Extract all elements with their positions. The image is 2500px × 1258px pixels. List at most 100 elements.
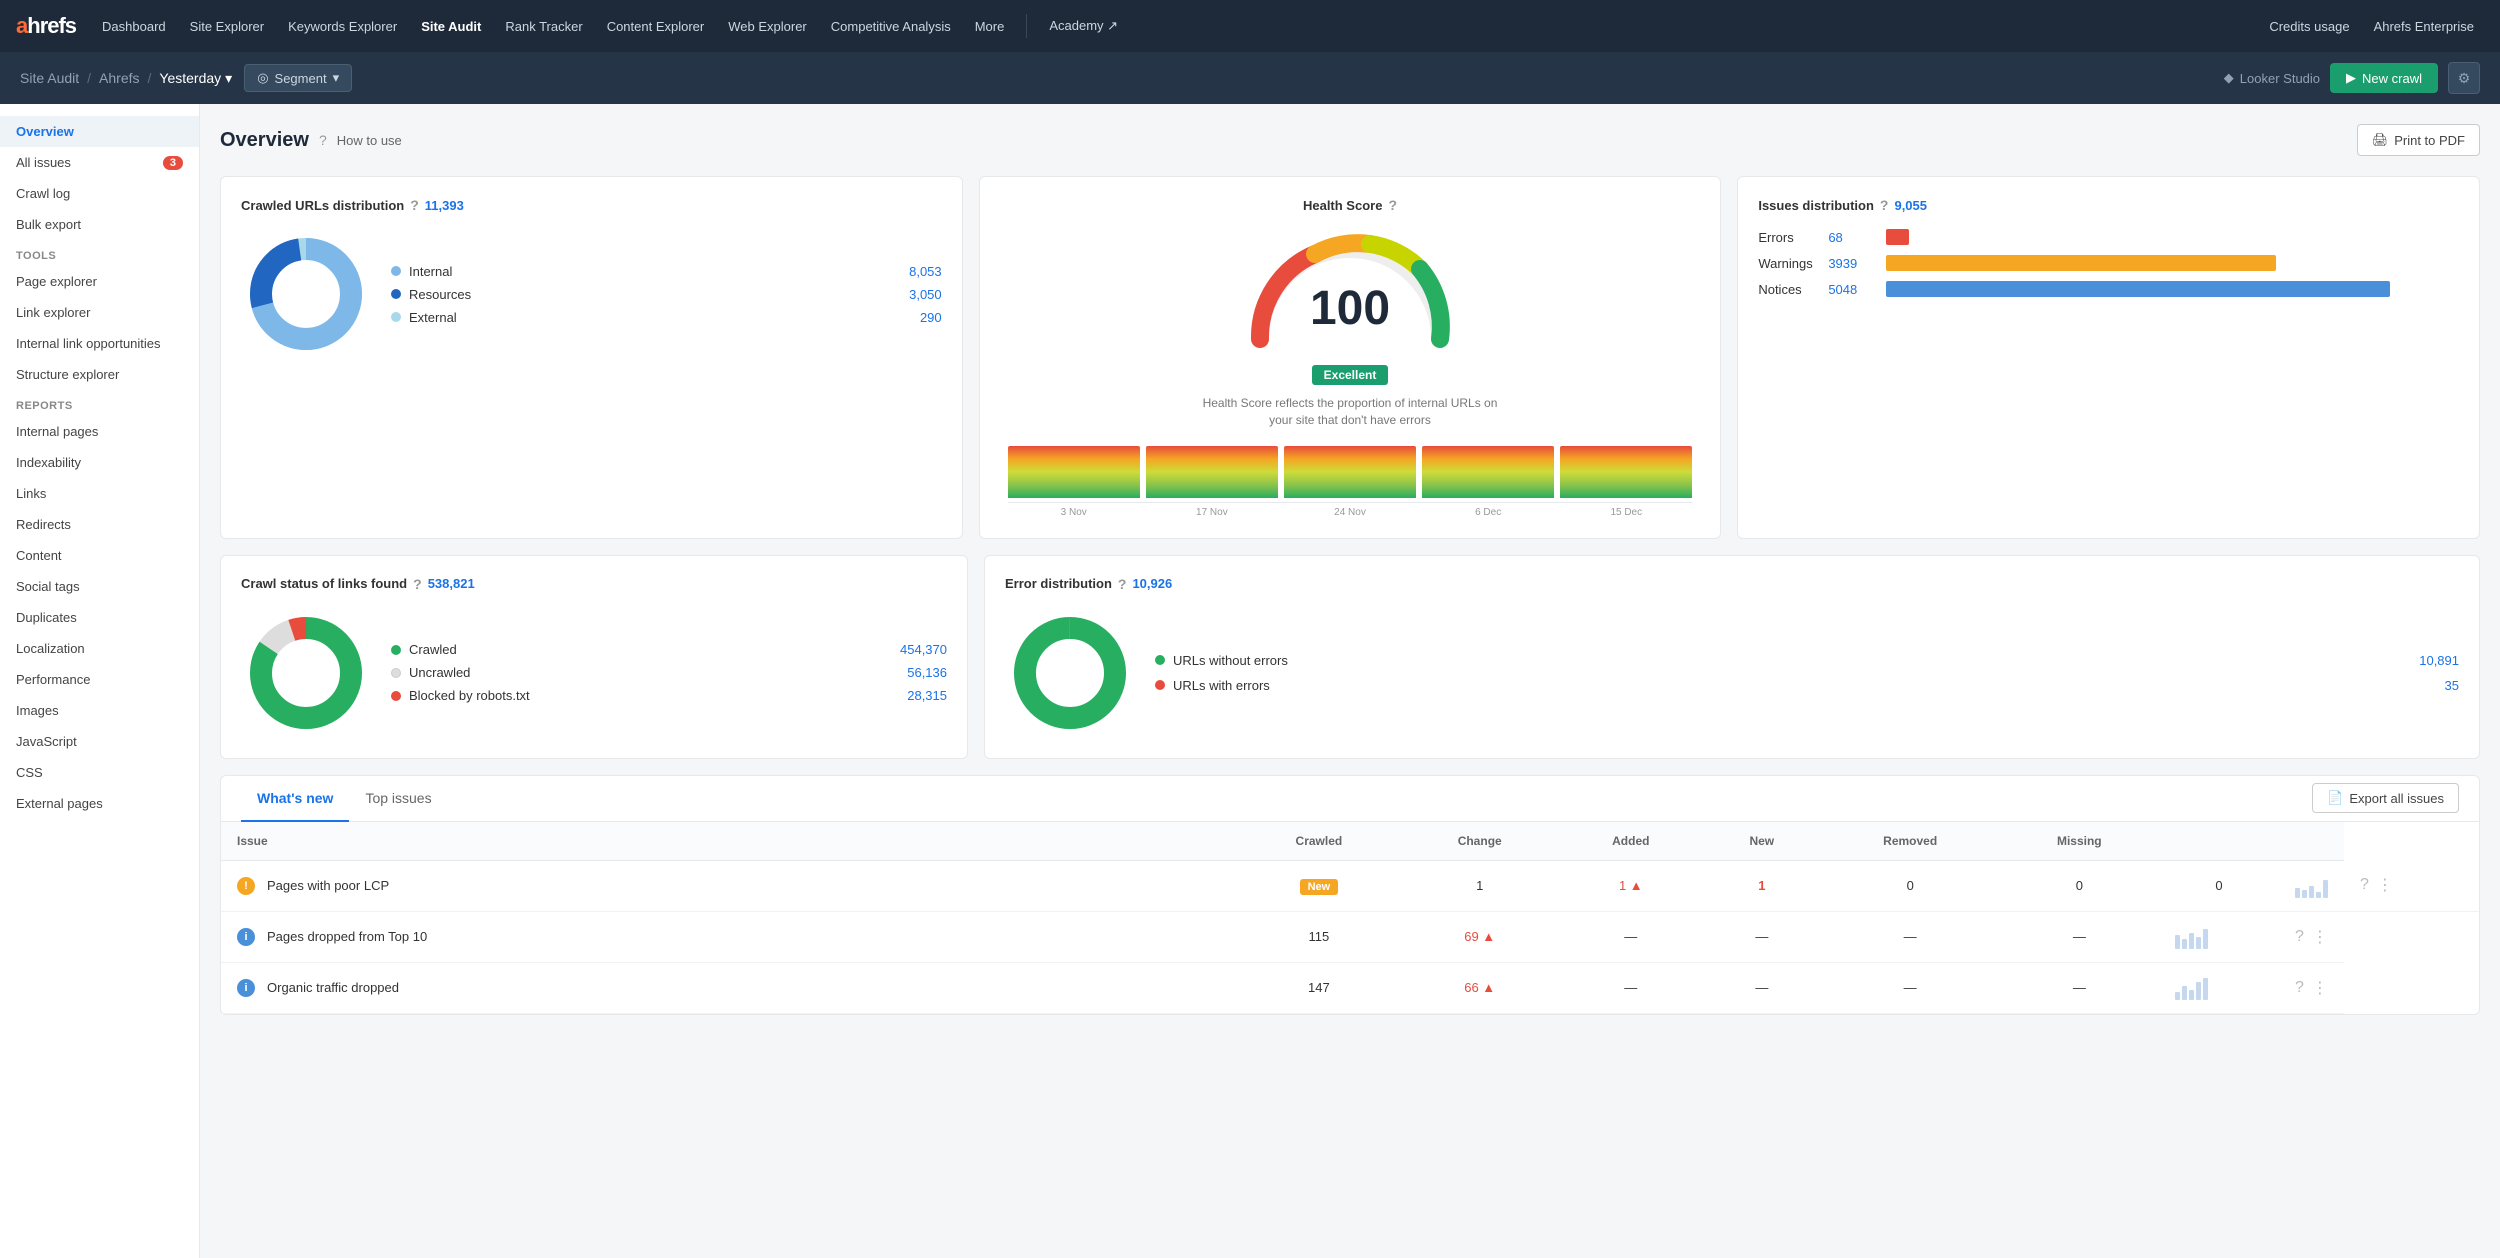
more-action-icon-2[interactable]: ⋮ bbox=[2312, 927, 2328, 947]
table-row: i Organic traffic dropped 147 66 ▲ — — —… bbox=[221, 962, 2479, 1013]
removed-cell-2: — bbox=[1821, 911, 2000, 962]
sidebar-item-javascript[interactable]: JavaScript bbox=[0, 726, 199, 757]
nav-more[interactable]: More bbox=[965, 13, 1015, 40]
issues-dist-help-icon[interactable]: ? bbox=[1880, 197, 1889, 213]
crawled-urls-help-icon[interactable]: ? bbox=[410, 197, 419, 213]
print-to-pdf-button[interactable]: 🖨 Print to PDF bbox=[2357, 124, 2480, 156]
play-icon: ▶ bbox=[2346, 70, 2356, 86]
issue-name-cell: ! Pages with poor LCP bbox=[221, 860, 1237, 911]
help-action-icon[interactable]: ? bbox=[2360, 876, 2369, 894]
uncrawled-count[interactable]: 56,136 bbox=[907, 665, 947, 680]
nav-competitive-analysis[interactable]: Competitive Analysis bbox=[821, 13, 961, 40]
nav-enterprise[interactable]: Ahrefs Enterprise bbox=[2364, 13, 2484, 40]
crawled-urls-count: 11,393 bbox=[425, 198, 464, 213]
top-navigation: ahrefs Dashboard Site Explorer Keywords … bbox=[0, 0, 2500, 52]
more-action-icon[interactable]: ⋮ bbox=[2377, 875, 2393, 895]
sidebar-item-external-pages[interactable]: External pages bbox=[0, 788, 199, 819]
crawl-status-help-icon[interactable]: ? bbox=[413, 576, 422, 592]
segment-icon: ◎ bbox=[257, 70, 268, 86]
breadcrumb-actions: ◆ Looker Studio ▶ New crawl ⚙ bbox=[2224, 62, 2480, 94]
change-value-3: 66 ▲ bbox=[1464, 980, 1495, 995]
breadcrumb-ahrefs[interactable]: Ahrefs bbox=[99, 70, 139, 86]
internal-count[interactable]: 8,053 bbox=[909, 264, 942, 279]
health-score-help-icon[interactable]: ? bbox=[1388, 197, 1397, 213]
sidebar-item-social-tags[interactable]: Social tags bbox=[0, 571, 199, 602]
col-new: New bbox=[1703, 822, 1821, 861]
without-errors-item: URLs without errors 10,891 bbox=[1155, 648, 2459, 673]
sidebar-item-content[interactable]: Content bbox=[0, 540, 199, 571]
nav-content-explorer[interactable]: Content Explorer bbox=[597, 13, 715, 40]
tab-top-issues[interactable]: Top issues bbox=[349, 776, 447, 822]
sidebar-item-duplicates[interactable]: Duplicates bbox=[0, 602, 199, 633]
without-errors-count[interactable]: 10,891 bbox=[2419, 653, 2459, 668]
issues-rows: Errors 68 Warnings 3939 bbox=[1758, 229, 2459, 297]
sidebar-item-redirects[interactable]: Redirects bbox=[0, 509, 199, 540]
nav-credits-usage[interactable]: Credits usage bbox=[2259, 13, 2359, 40]
nav-academy[interactable]: Academy ↗ bbox=[1039, 12, 1128, 40]
new-cell-2: — bbox=[1703, 911, 1821, 962]
sidebar-item-internal-link-opportunities[interactable]: Internal link opportunities bbox=[0, 328, 199, 359]
sidebar-item-performance[interactable]: Performance bbox=[0, 664, 199, 695]
sidebar-item-links[interactable]: Links bbox=[0, 478, 199, 509]
more-action-icon-3[interactable]: ⋮ bbox=[2312, 978, 2328, 998]
second-cards-row: Crawl status of links found ? 538,821 bbox=[220, 555, 2480, 759]
segment-button[interactable]: ◎ Segment ▾ bbox=[244, 64, 352, 92]
sidebar-item-crawl-log[interactable]: Crawl log bbox=[0, 178, 199, 209]
sidebar-item-page-explorer[interactable]: Page explorer bbox=[0, 266, 199, 297]
with-errors-count[interactable]: 35 bbox=[2445, 678, 2459, 693]
col-chart bbox=[2159, 822, 2279, 861]
error-dist-help-icon[interactable]: ? bbox=[1118, 576, 1127, 592]
history-chart-section: 3 Nov 17 Nov 24 Nov 6 Dec 15 Dec bbox=[1000, 443, 1701, 518]
nav-keywords-explorer[interactable]: Keywords Explorer bbox=[278, 13, 407, 40]
new-crawl-button[interactable]: ▶ New crawl bbox=[2330, 63, 2438, 93]
logo[interactable]: ahrefs bbox=[16, 13, 76, 39]
help-action-icon-2[interactable]: ? bbox=[2295, 928, 2304, 946]
issue-name[interactable]: Pages dropped from Top 10 bbox=[267, 929, 427, 944]
crawl-status-legend: Crawled 454,370 Uncrawled 56,136 bbox=[391, 638, 947, 707]
nav-site-explorer[interactable]: Site Explorer bbox=[180, 13, 274, 40]
nav-rank-tracker[interactable]: Rank Tracker bbox=[495, 13, 592, 40]
nav-dashboard[interactable]: Dashboard bbox=[92, 13, 176, 40]
sidebar-item-overview[interactable]: Overview bbox=[0, 116, 199, 147]
export-all-issues-button[interactable]: 📄 Export all issues bbox=[2312, 783, 2459, 813]
help-action-icon-3[interactable]: ? bbox=[2295, 979, 2304, 997]
breadcrumb-period[interactable]: Yesterday ▾ bbox=[159, 70, 232, 87]
sidebar-item-css[interactable]: CSS bbox=[0, 757, 199, 788]
crawl-status-card: Crawl status of links found ? 538,821 bbox=[220, 555, 968, 759]
mini-bar bbox=[2295, 888, 2300, 898]
breadcrumb-sep1: / bbox=[87, 70, 91, 86]
issue-name[interactable]: Pages with poor LCP bbox=[267, 878, 389, 893]
how-to-use-link[interactable]: How to use bbox=[337, 133, 402, 148]
nav-site-audit[interactable]: Site Audit bbox=[411, 13, 491, 40]
warnings-count[interactable]: 3939 bbox=[1828, 256, 1878, 271]
sidebar-item-indexability[interactable]: Indexability bbox=[0, 447, 199, 478]
hist-bar-4 bbox=[1422, 446, 1554, 498]
resources-count[interactable]: 3,050 bbox=[909, 287, 942, 302]
crawled-value-cell: 1 bbox=[1401, 860, 1559, 911]
external-count[interactable]: 290 bbox=[920, 310, 942, 325]
errors-count[interactable]: 68 bbox=[1828, 230, 1878, 245]
help-icon[interactable]: ? bbox=[319, 132, 327, 148]
sidebar-item-structure-explorer[interactable]: Structure explorer bbox=[0, 359, 199, 390]
crawled-urls-donut bbox=[241, 229, 371, 359]
breadcrumb-site-audit[interactable]: Site Audit bbox=[20, 70, 79, 86]
sidebar-item-images[interactable]: Images bbox=[0, 695, 199, 726]
error-dist-donut bbox=[1005, 608, 1135, 738]
notices-count[interactable]: 5048 bbox=[1828, 282, 1878, 297]
history-labels: 3 Nov 17 Nov 24 Nov 6 Dec 15 Dec bbox=[1008, 507, 1693, 518]
chart-cell bbox=[2279, 860, 2344, 911]
mini-bar bbox=[2196, 937, 2201, 949]
settings-button[interactable]: ⚙ bbox=[2448, 62, 2480, 94]
nav-web-explorer[interactable]: Web Explorer bbox=[718, 13, 817, 40]
sidebar-item-all-issues[interactable]: All issues 3 bbox=[0, 147, 199, 178]
blocked-count[interactable]: 28,315 bbox=[907, 688, 947, 703]
issues-dist-count: 9,055 bbox=[1894, 198, 1927, 213]
sidebar-item-link-explorer[interactable]: Link explorer bbox=[0, 297, 199, 328]
sidebar-item-localization[interactable]: Localization bbox=[0, 633, 199, 664]
looker-studio-button[interactable]: ◆ Looker Studio bbox=[2224, 70, 2320, 86]
issue-name-3[interactable]: Organic traffic dropped bbox=[267, 980, 399, 995]
sidebar-item-internal-pages[interactable]: Internal pages bbox=[0, 416, 199, 447]
tab-whats-new[interactable]: What's new bbox=[241, 776, 349, 822]
crawled-count[interactable]: 454,370 bbox=[900, 642, 947, 657]
sidebar-item-bulk-export[interactable]: Bulk export bbox=[0, 209, 199, 240]
